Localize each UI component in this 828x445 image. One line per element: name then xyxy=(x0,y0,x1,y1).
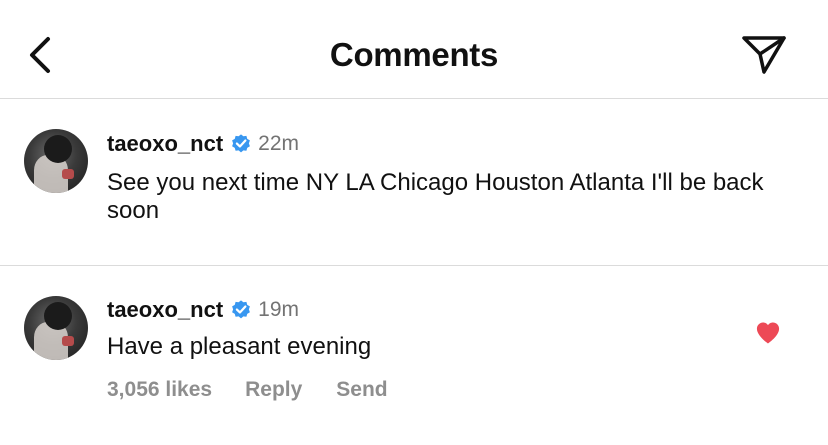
comment-timestamp: 19m xyxy=(258,298,300,321)
header-bar: Comments xyxy=(0,0,828,99)
comment-item: taeoxo_nct 19m Have a pleasant evening 3… xyxy=(0,266,828,445)
likes-count[interactable]: 3,056 likes xyxy=(107,378,212,402)
comment-text: Have a pleasant evening xyxy=(107,333,372,360)
avatar[interactable] xyxy=(24,296,88,360)
avatar[interactable] xyxy=(24,129,88,193)
comment-actions: 3,056 likes Reply Send xyxy=(107,378,388,402)
send-button[interactable]: Send xyxy=(336,378,387,402)
verified-badge-icon xyxy=(232,134,251,153)
comment-username[interactable]: taeoxo_nct xyxy=(107,297,223,323)
comment-timestamp: 22m xyxy=(258,132,300,155)
comment-meta: taeoxo_nct 22m xyxy=(107,130,299,158)
comment-item: taeoxo_nct 22m See you next time NY LA C… xyxy=(0,99,828,266)
like-button[interactable] xyxy=(754,319,782,347)
page-title: Comments xyxy=(329,36,499,73)
reply-button[interactable]: Reply xyxy=(245,378,302,402)
verified-badge-icon xyxy=(232,300,251,319)
heart-icon xyxy=(756,322,780,344)
comment-username[interactable]: taeoxo_nct xyxy=(107,131,223,157)
comment-meta: taeoxo_nct 19m xyxy=(107,296,299,324)
paper-plane-icon xyxy=(742,36,786,74)
share-button[interactable] xyxy=(738,30,790,78)
comment-text: See you next time NY LA Chicago Houston … xyxy=(107,169,764,224)
